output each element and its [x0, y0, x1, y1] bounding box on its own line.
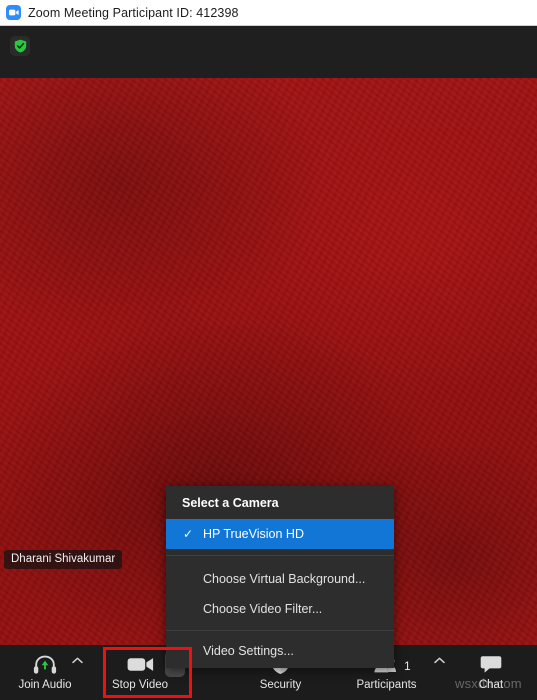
stop-video-label: Stop Video — [111, 679, 169, 691]
menu-item-video-filter[interactable]: Choose Video Filter... — [166, 594, 394, 624]
menu-item-video-settings[interactable]: Video Settings... — [166, 636, 394, 666]
menu-separator-1 — [166, 555, 394, 556]
check-icon: ✓ — [183, 527, 194, 541]
participants-chevron-up-icon[interactable] — [434, 657, 445, 664]
join-audio-button[interactable]: Join Audio — [10, 649, 80, 697]
participant-name-tag: Dharani Shivakumar — [4, 550, 123, 569]
headset-join-audio-icon — [33, 652, 57, 677]
zoom-video-logo-icon — [6, 5, 21, 20]
menu-item-label: HP TrueVision HD — [203, 527, 304, 541]
security-label: Security — [259, 679, 302, 691]
zoom-meeting-window: Zoom Meeting Participant ID: 412398 Dhar… — [0, 0, 537, 700]
menu-item-label: Choose Virtual Background... — [203, 572, 366, 586]
menu-item-label: Choose Video Filter... — [203, 602, 323, 616]
window-titlebar: Zoom Meeting Participant ID: 412398 — [0, 0, 537, 26]
join-audio-label: Join Audio — [18, 679, 72, 691]
speech-bubble-icon — [480, 652, 502, 677]
join-audio-chevron-up-icon[interactable] — [72, 657, 83, 664]
menu-item-label: Video Settings... — [203, 644, 294, 658]
meeting-header-bar — [0, 26, 537, 78]
menu-item-camera-device[interactable]: ✓ HP TrueVision HD — [166, 519, 394, 549]
participants-count: 1 — [404, 659, 411, 673]
stop-video-button[interactable]: Stop Video — [110, 649, 170, 697]
camera-menu-header: Select a Camera — [182, 496, 279, 510]
select-camera-context-menu[interactable]: Select a Camera ✓ HP TrueVision HD Choos… — [166, 486, 394, 668]
window-title: Zoom Meeting Participant ID: 412398 — [28, 5, 239, 20]
watermark: wsxdn.com — [455, 676, 522, 691]
green-shield-check-icon[interactable] — [10, 36, 30, 56]
menu-separator-2 — [166, 630, 394, 631]
participants-label: Participants — [356, 679, 417, 691]
video-camera-icon — [127, 652, 154, 677]
menu-item-virtual-background[interactable]: Choose Virtual Background... — [166, 564, 394, 594]
